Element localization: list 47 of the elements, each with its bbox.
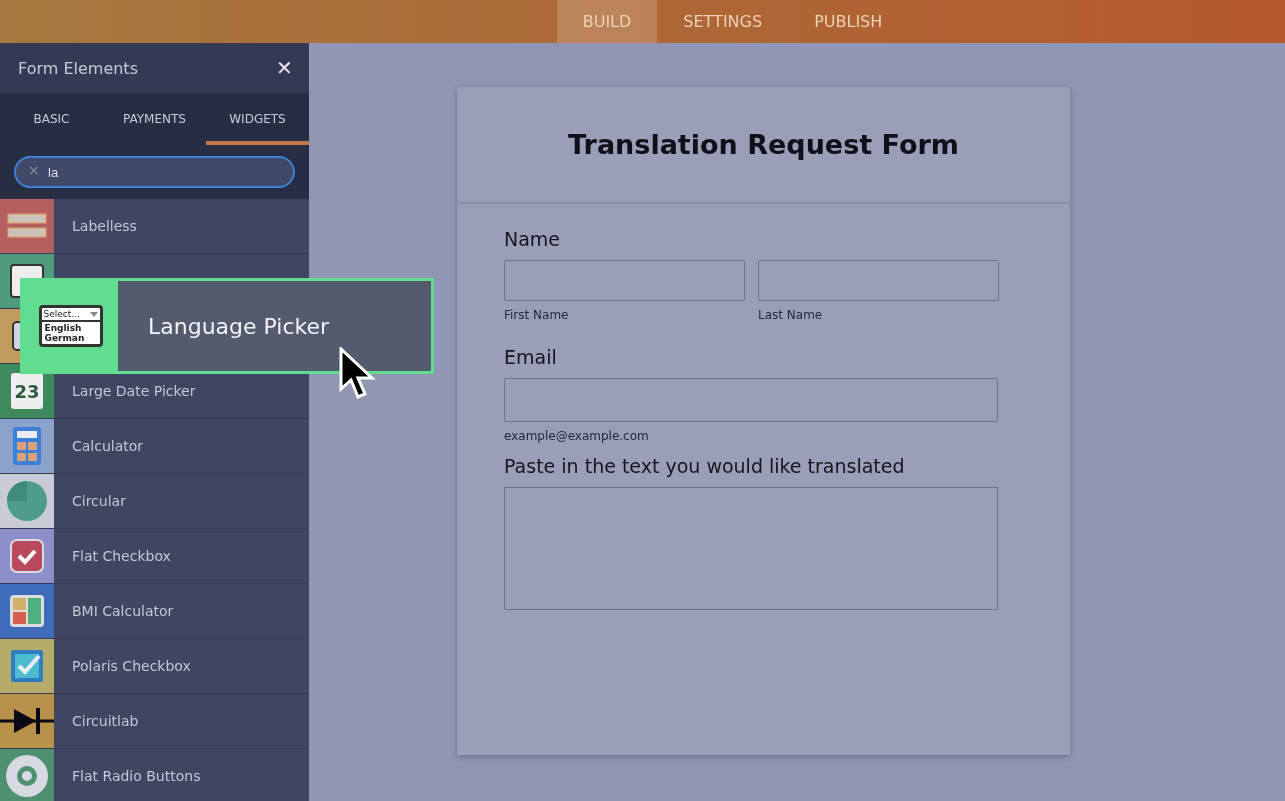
- input-field[interactable]: [504, 260, 745, 301]
- calendar-icon: 23: [11, 373, 43, 409]
- widget-item[interactable]: Flat Radio Buttons: [0, 749, 309, 801]
- widget-label: Labelless: [72, 218, 137, 234]
- calculator-icon: [9, 594, 45, 628]
- field-label: Email: [504, 346, 557, 368]
- form-fields-icon: [7, 212, 47, 240]
- widget-label: Circular: [72, 493, 126, 509]
- drag-preview-tooltip[interactable]: Select... English German Language Picker: [20, 278, 434, 374]
- widget-item[interactable]: Circuitlab: [0, 694, 309, 749]
- widget-item[interactable]: Flat Checkbox: [0, 529, 309, 584]
- widget-label: Polaris Checkbox: [72, 658, 191, 674]
- widget-label: Flat Radio Buttons: [72, 768, 201, 784]
- field-sublabel: First Name: [504, 308, 570, 322]
- widget-label: Circuitlab: [72, 713, 139, 729]
- form-title: Translation Request Form: [568, 129, 959, 160]
- panel-title: Form Elements: [18, 58, 138, 78]
- checkbox-icon: [9, 648, 45, 684]
- select-list-icon: Select... English German: [38, 305, 103, 347]
- nav-tab[interactable]: SETTINGS: [657, 0, 789, 43]
- widget-item[interactable]: Polaris Checkbox: [0, 639, 309, 694]
- widget-label: Flat Checkbox: [72, 548, 171, 564]
- field-label: Paste in the text you would like translated: [504, 455, 905, 477]
- widget-label: Large Date Picker: [72, 383, 196, 399]
- pie-icon: [6, 480, 48, 522]
- dragged-widget-label: Language Picker: [148, 313, 330, 339]
- widget-item[interactable]: Circular: [0, 474, 309, 529]
- widget-label: BMI Calculator: [72, 603, 174, 619]
- checkbox-icon: [10, 539, 44, 573]
- field-sublabel: Last Name: [758, 308, 824, 322]
- input-field[interactable]: [504, 378, 998, 422]
- widget-label: Calculator: [72, 438, 144, 454]
- clear-icon[interactable]: ×: [28, 162, 40, 178]
- field-label: Name: [504, 228, 561, 250]
- field-sublabel: example@example.com: [504, 429, 649, 443]
- panel-tab[interactable]: BASIC: [0, 93, 103, 145]
- pointer-cursor-icon: [339, 347, 377, 401]
- input-field[interactable]: [758, 260, 999, 301]
- text-area[interactable]: [504, 487, 998, 610]
- widget-item[interactable]: BMI Calculator: [0, 584, 309, 639]
- widget-item[interactable]: Labelless: [0, 199, 309, 254]
- panel-tab[interactable]: PAYMENTS: [103, 93, 206, 145]
- calculator-icon: [13, 427, 41, 465]
- close-button[interactable]: ✕: [272, 56, 297, 80]
- widget-item[interactable]: Calculator: [0, 419, 309, 474]
- nav-tab[interactable]: PUBLISH: [788, 0, 909, 43]
- diode-icon: [0, 707, 54, 735]
